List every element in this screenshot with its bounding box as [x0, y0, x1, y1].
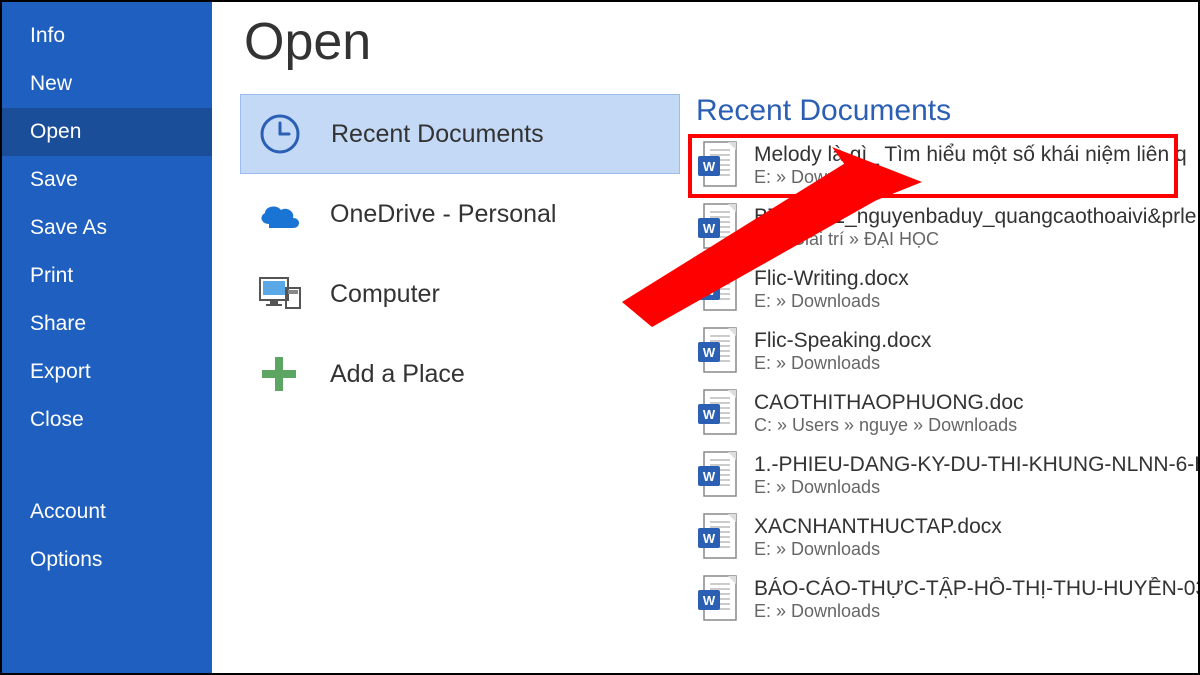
- plus-icon: [252, 347, 306, 401]
- recent-document-path: E: » Downloads: [754, 601, 1198, 622]
- recent-document-path: E: » Giải trí » ĐẠI HỌC: [754, 229, 1196, 250]
- recent-document-path: E: » Downloads: [754, 291, 909, 312]
- recent-document-item[interactable]: W BÁO-CÁO-THỰC-TẬP-HỒ-THỊ-THU-HUYỀN-03E:…: [696, 568, 1198, 630]
- svg-text:W: W: [703, 159, 716, 174]
- recent-document-path: E: » Downloads: [754, 539, 1002, 560]
- svg-text:W: W: [703, 345, 716, 360]
- computer-icon: [252, 267, 306, 321]
- recent-documents-heading: Recent Documents: [696, 94, 1198, 128]
- word-doc-icon: W: [696, 140, 740, 190]
- recent-document-item[interactable]: W CAOTHITHAOPHUONG.docC: » Users » nguye…: [696, 382, 1198, 444]
- recent-document-item[interactable]: W XACNHANTHUCTAP.docxE: » Downloads: [696, 506, 1198, 568]
- sidebar-item-close[interactable]: Close: [2, 396, 212, 444]
- word-doc-icon: W: [696, 574, 740, 624]
- svg-text:W: W: [703, 531, 716, 546]
- sidebar-item-label: Close: [30, 408, 84, 431]
- places-list: Recent Documents OneDrive - Personal Com…: [240, 94, 680, 673]
- word-doc-icon: W: [696, 326, 740, 376]
- recent-document-name: XACNHANTHUCTAP.docx: [754, 515, 1002, 539]
- recent-document-path: E: » Downloads: [754, 353, 931, 374]
- sidebar-item-label: Save: [30, 168, 78, 191]
- recent-document-item[interactable]: W Flic-Speaking.docxE: » Downloads: [696, 320, 1198, 382]
- sidebar-item-info[interactable]: Info: [2, 12, 212, 60]
- sidebar-item-label: Share: [30, 312, 86, 335]
- svg-text:W: W: [703, 593, 716, 608]
- place-label: Computer: [330, 280, 440, 309]
- place-label: Add a Place: [330, 360, 465, 389]
- svg-text:W: W: [703, 221, 716, 236]
- sidebar-item-label: Open: [30, 120, 81, 143]
- sidebar-item-export[interactable]: Export: [2, 348, 212, 396]
- sidebar-item-label: Save As: [30, 216, 107, 239]
- sidebar-item-label: Options: [30, 548, 102, 571]
- sidebar-item-saveas[interactable]: Save As: [2, 204, 212, 252]
- recent-document-name: BÁO-CÁO-THỰC-TẬP-HỒ-THỊ-THU-HUYỀN-03: [754, 577, 1198, 601]
- recent-document-item[interactable]: W 1.-PHIEU-DANG-KY-DU-THI-KHUNG-NLNN-6-E…: [696, 444, 1198, 506]
- sidebar-item-options[interactable]: Options: [2, 536, 212, 584]
- backstage-sidebar: Info New Open Save Save As Print Share E…: [2, 2, 212, 673]
- place-computer[interactable]: Computer: [240, 254, 680, 334]
- place-onedrive[interactable]: OneDrive - Personal: [240, 174, 680, 254]
- sidebar-item-label: Info: [30, 24, 65, 47]
- recent-document-item[interactable]: W Flic-Writing.docxE: » Downloads: [696, 258, 1198, 320]
- sidebar-item-label: Print: [30, 264, 73, 287]
- page-title: Open: [244, 12, 1198, 72]
- recent-document-name: 1.-PHIEU-DANG-KY-DU-THI-KHUNG-NLNN-6-E: [754, 453, 1198, 477]
- recent-document-item[interactable]: W BTCNso1_nguyenbaduy_quangcaothoaivi&pr…: [696, 196, 1198, 258]
- recent-document-path: C: » Users » nguye » Downloads: [754, 415, 1024, 436]
- onedrive-icon: [252, 187, 306, 241]
- sidebar-item-label: New: [30, 72, 72, 95]
- place-label: Recent Documents: [331, 120, 544, 149]
- sidebar-item-account[interactable]: Account: [2, 488, 212, 536]
- recent-document-name: Flic-Writing.docx: [754, 267, 909, 291]
- sidebar-item-open[interactable]: Open: [2, 108, 212, 156]
- sidebar-item-print[interactable]: Print: [2, 252, 212, 300]
- svg-text:W: W: [703, 407, 716, 422]
- sidebar-item-save[interactable]: Save: [2, 156, 212, 204]
- recent-document-name: CAOTHITHAOPHUONG.doc: [754, 391, 1024, 415]
- place-label: OneDrive - Personal: [330, 200, 556, 229]
- annotation-highlight: [688, 134, 1178, 198]
- recent-document-name: BTCNso1_nguyenbaduy_quangcaothoaivi&prle: [754, 205, 1196, 229]
- sidebar-item-label: Account: [30, 500, 106, 523]
- sidebar-item-label: Export: [30, 360, 91, 383]
- word-doc-icon: W: [696, 202, 740, 252]
- recent-document-path: E: » Downloads: [754, 477, 1198, 498]
- main-panel: Open Recent Documents OneDrive - Persona…: [212, 2, 1198, 673]
- svg-text:W: W: [703, 469, 716, 484]
- place-add[interactable]: Add a Place: [240, 334, 680, 414]
- sidebar-item-share[interactable]: Share: [2, 300, 212, 348]
- place-recent-documents[interactable]: Recent Documents: [240, 94, 680, 174]
- recent-documents-panel: Recent Documents W Melody là gì_ Tìm hiể…: [680, 94, 1198, 673]
- sidebar-item-new[interactable]: New: [2, 60, 212, 108]
- word-doc-icon: W: [696, 264, 740, 314]
- svg-text:W: W: [703, 283, 716, 298]
- recent-document-name: Flic-Speaking.docx: [754, 329, 931, 353]
- clock-icon: [253, 107, 307, 161]
- word-doc-icon: W: [696, 450, 740, 500]
- word-doc-icon: W: [696, 388, 740, 438]
- word-doc-icon: W: [696, 512, 740, 562]
